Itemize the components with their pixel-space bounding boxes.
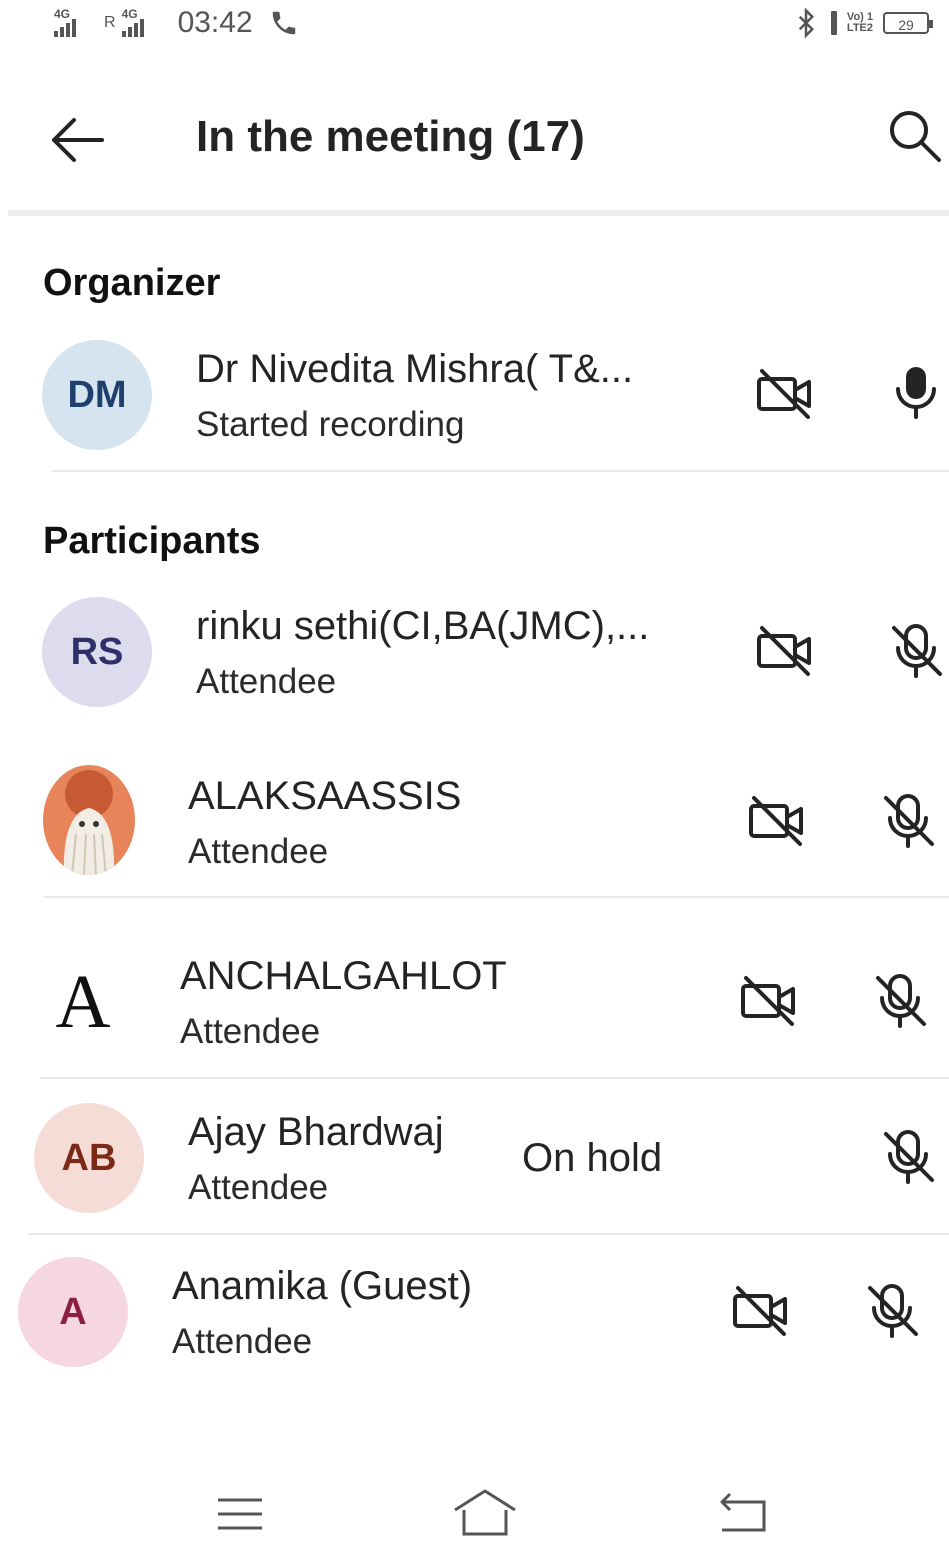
participant-status: Started recording <box>196 405 465 444</box>
signal-icon-2: 4G <box>121 7 166 37</box>
back-arrow-icon[interactable] <box>44 108 108 172</box>
network-type-1: 4G <box>54 7 71 21</box>
header-divider <box>8 210 949 216</box>
avatar: A <box>18 1257 128 1367</box>
on-hold-status: On hold <box>522 1136 663 1180</box>
participant-role: Attendee <box>196 662 337 701</box>
participant-role: Attendee <box>172 1322 313 1361</box>
video-off-icon[interactable] <box>738 970 800 1032</box>
menu-icon[interactable] <box>216 1494 264 1534</box>
row-divider <box>28 1233 949 1235</box>
back-nav-icon[interactable] <box>716 1490 770 1536</box>
section-organizer: Organizer <box>43 262 221 304</box>
avatar-photo <box>43 765 135 875</box>
participant-name: ANCHALGAHLOT <box>180 954 507 998</box>
status-time: 03:42 <box>177 6 253 39</box>
organizer-row[interactable]: DM Dr Nivedita Mishra( T&... Started rec… <box>0 335 949 465</box>
microphone-off-icon[interactable] <box>878 1126 940 1188</box>
row-divider <box>40 1077 949 1079</box>
participant-name: rinku sethi(CI,BA(JMC),... <box>196 604 650 648</box>
video-off-icon[interactable] <box>746 790 808 852</box>
signal-icon: 4G <box>54 7 98 37</box>
participant-row[interactable]: A Anamika (Guest) Attendee <box>0 1252 949 1382</box>
header: In the meeting (17) <box>0 80 949 200</box>
search-icon[interactable] <box>885 106 945 166</box>
volte-line-2: LTE2 <box>846 22 873 34</box>
participant-role: Attendee <box>188 1168 329 1207</box>
roaming-indicator: R <box>104 14 116 31</box>
avatar: RS <box>42 597 152 707</box>
sim-icon <box>830 11 837 35</box>
participant-name: ALAKSAASSIS <box>188 774 462 818</box>
bluetooth-icon <box>798 8 814 38</box>
participant-row[interactable]: RS rinku sethi(CI,BA(JMC),... Attendee <box>0 592 949 722</box>
participant-name: Ajay Bhardwaj <box>188 1110 444 1154</box>
row-divider <box>44 896 949 898</box>
microphone-off-icon[interactable] <box>870 970 932 1032</box>
participant-row[interactable]: ALAKSAASSIS Attendee <box>0 762 949 892</box>
video-off-icon[interactable] <box>730 1280 792 1342</box>
status-right: Vo) 1 LTE2 29 <box>791 8 933 38</box>
participant-name: Anamika (Guest) <box>172 1264 473 1308</box>
network-type-2: 4G <box>121 7 138 21</box>
video-off-icon[interactable] <box>754 363 816 425</box>
microphone-off-icon[interactable] <box>862 1280 924 1342</box>
avatar: A <box>28 947 138 1057</box>
avatar: DM <box>42 340 152 450</box>
home-icon[interactable] <box>452 1488 518 1538</box>
participant-name: Dr Nivedita Mishra( T&... <box>196 347 634 391</box>
battery-icon: 29 <box>883 12 933 34</box>
participant-row[interactable]: AB Ajay Bhardwaj Attendee On hold <box>0 1098 949 1228</box>
status-bar: 4G R 4G 03:42 Vo) 1 LTE2 29 <box>0 0 949 50</box>
microphone-icon[interactable] <box>886 361 948 423</box>
status-left: 4G R 4G 03:42 <box>54 6 299 40</box>
volte-indicator: Vo) 1 LTE2 <box>847 12 873 34</box>
microphone-off-icon[interactable] <box>878 790 940 852</box>
video-off-icon[interactable] <box>754 620 816 682</box>
participant-role: Attendee <box>180 1012 321 1051</box>
page-title: In the meeting (17) <box>196 112 585 161</box>
avatar: AB <box>34 1103 144 1213</box>
call-icon <box>272 11 295 35</box>
section-participants: Participants <box>43 520 261 562</box>
row-divider <box>52 470 949 472</box>
microphone-off-icon[interactable] <box>886 620 948 682</box>
participant-role: Attendee <box>188 832 329 871</box>
navigation-bar <box>0 1480 949 1541</box>
participant-row[interactable]: A ANCHALGAHLOT Attendee <box>0 942 949 1072</box>
